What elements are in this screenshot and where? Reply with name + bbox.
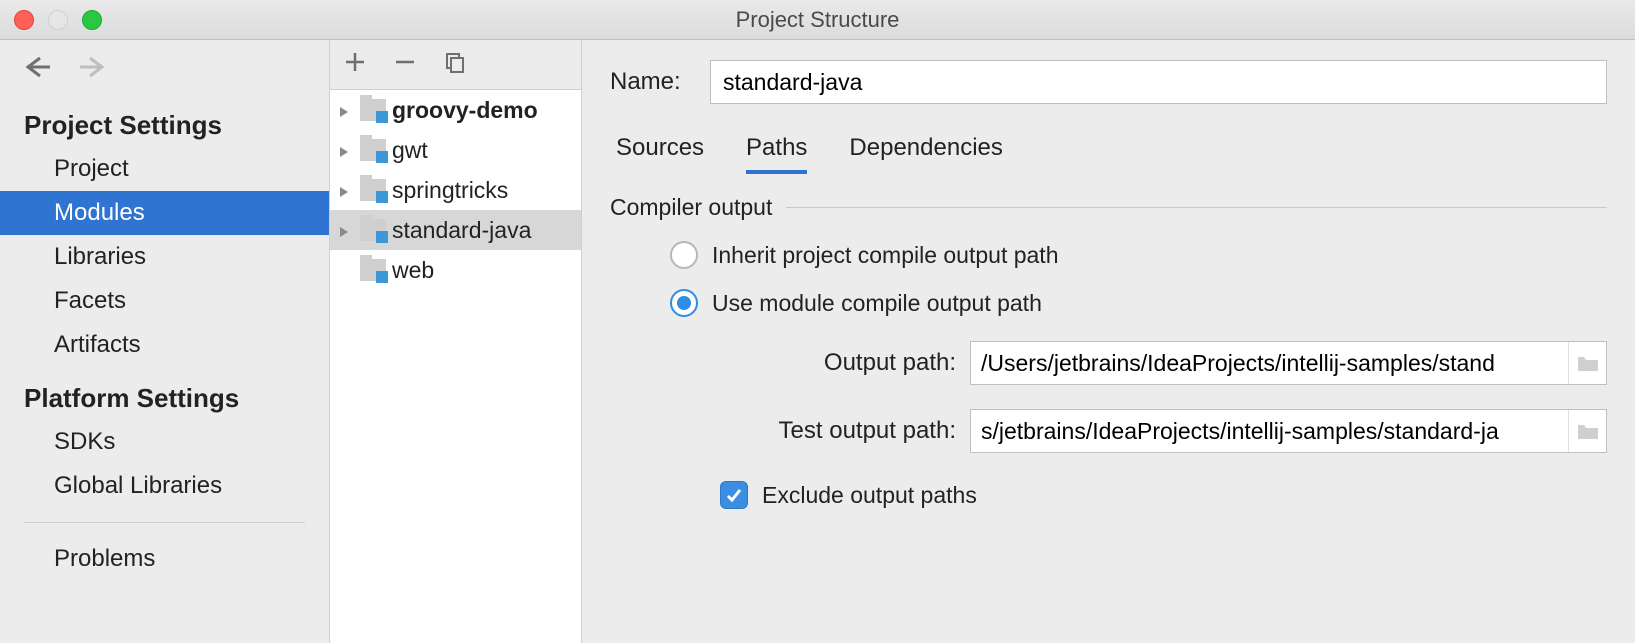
nav-artifacts[interactable]: Artifacts: [0, 323, 329, 367]
name-label: Name:: [610, 68, 710, 96]
output-path-input[interactable]: [971, 342, 1568, 384]
module-label: springtricks: [392, 177, 508, 204]
expand-icon[interactable]: [338, 97, 354, 124]
module-web[interactable]: web: [330, 250, 581, 290]
module-tree[interactable]: groovy-demo gwt springtricks standard-ja…: [330, 90, 581, 643]
module-detail-pane: Name: Sources Paths Dependencies Compile…: [582, 40, 1635, 643]
radio-inherit-output[interactable]: [670, 241, 698, 269]
traffic-lights: [14, 10, 102, 30]
section-platform-settings: Platform Settings: [0, 367, 329, 420]
module-tabs: Sources Paths Dependencies: [610, 134, 1607, 174]
module-folder-icon: [360, 179, 386, 201]
module-groovy-demo[interactable]: groovy-demo: [330, 90, 581, 130]
tab-paths[interactable]: Paths: [746, 134, 807, 174]
output-path-label: Output path:: [720, 349, 970, 377]
section-project-settings: Project Settings: [0, 94, 329, 147]
minimize-window-button[interactable]: [48, 10, 68, 30]
module-label: gwt: [392, 137, 428, 164]
separator-line: [786, 207, 1607, 208]
folder-open-icon: [1577, 422, 1599, 440]
tab-sources[interactable]: Sources: [616, 134, 704, 174]
exclude-output-paths-checkbox[interactable]: [720, 481, 748, 509]
module-folder-icon: [360, 259, 386, 281]
module-toolbar: [330, 40, 581, 90]
module-gwt[interactable]: gwt: [330, 130, 581, 170]
browse-output-path-button[interactable]: [1568, 342, 1606, 384]
checkmark-icon: [725, 486, 743, 504]
module-folder-icon: [360, 139, 386, 161]
nav-forward-button[interactable]: [78, 54, 110, 86]
module-name-input[interactable]: [710, 60, 1607, 104]
exclude-output-paths-label: Exclude output paths: [762, 482, 977, 509]
tab-dependencies[interactable]: Dependencies: [849, 134, 1002, 174]
nav-facets[interactable]: Facets: [0, 279, 329, 323]
radio-use-module-output[interactable]: [670, 289, 698, 317]
nav-problems[interactable]: Problems: [0, 537, 329, 581]
module-label: groovy-demo: [392, 97, 538, 124]
module-standard-java[interactable]: standard-java: [330, 210, 581, 250]
close-window-button[interactable]: [14, 10, 34, 30]
test-output-path-label: Test output path:: [720, 417, 970, 445]
test-output-path-input[interactable]: [971, 410, 1568, 452]
remove-module-button[interactable]: [394, 51, 416, 79]
module-label: web: [392, 257, 434, 284]
browse-test-output-path-button[interactable]: [1568, 410, 1606, 452]
sidebar: Project Settings Project Modules Librari…: [0, 40, 330, 643]
compiler-output-group-label: Compiler output: [610, 194, 772, 221]
copy-module-button[interactable]: [444, 51, 466, 79]
module-list-pane: groovy-demo gwt springtricks standard-ja…: [330, 40, 582, 643]
module-springtricks[interactable]: springtricks: [330, 170, 581, 210]
add-module-button[interactable]: [344, 51, 366, 79]
nav-global-libraries[interactable]: Global Libraries: [0, 464, 329, 508]
module-folder-icon: [360, 219, 386, 241]
nav-project[interactable]: Project: [0, 147, 329, 191]
expand-icon[interactable]: [338, 177, 354, 204]
module-label: standard-java: [392, 217, 531, 244]
expand-icon[interactable]: [338, 137, 354, 164]
radio-use-module-label: Use module compile output path: [712, 290, 1042, 317]
sidebar-separator: [24, 522, 305, 523]
folder-open-icon: [1577, 354, 1599, 372]
titlebar: Project Structure: [0, 0, 1635, 40]
radio-inherit-label: Inherit project compile output path: [712, 242, 1058, 269]
nav-sdks[interactable]: SDKs: [0, 420, 329, 464]
expand-icon[interactable]: [338, 217, 354, 244]
module-folder-icon: [360, 99, 386, 121]
zoom-window-button[interactable]: [82, 10, 102, 30]
nav-modules[interactable]: Modules: [0, 191, 329, 235]
nav-back-button[interactable]: [20, 54, 52, 86]
window-title: Project Structure: [736, 7, 900, 33]
nav-libraries[interactable]: Libraries: [0, 235, 329, 279]
